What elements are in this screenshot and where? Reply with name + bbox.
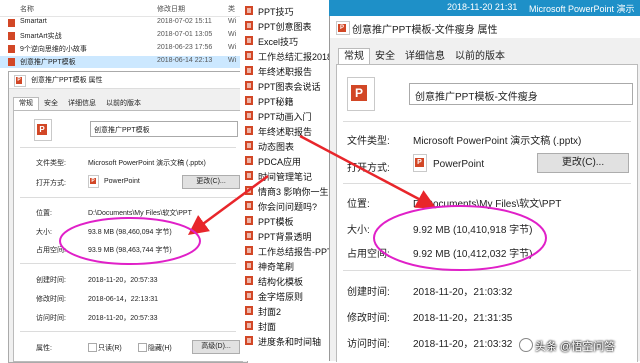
arrow-to-slimmed-size <box>299 134 437 209</box>
annotation-overlay <box>59 134 547 271</box>
highlight-slimmed-size <box>373 205 547 271</box>
watermark-logo-icon <box>519 338 533 352</box>
watermark-text: 头条 @悟空问答 <box>535 341 616 353</box>
highlight-original-size <box>59 217 201 265</box>
watermark: 头条 @悟空问答 <box>519 338 616 354</box>
arrow-to-original-size <box>187 174 269 235</box>
